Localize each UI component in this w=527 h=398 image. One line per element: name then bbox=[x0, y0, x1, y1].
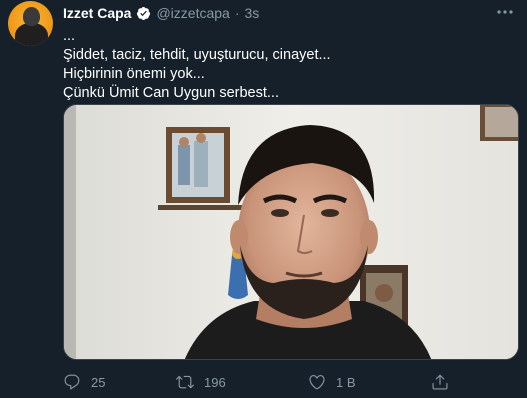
author-handle[interactable]: @izzetcapa bbox=[156, 5, 229, 21]
tweet-timestamp[interactable]: 3s bbox=[245, 5, 260, 21]
tweet[interactable]: Izzet Capa @izzetcapa · 3s ... Şiddet, t… bbox=[0, 0, 527, 398]
avatar-body-shape bbox=[15, 23, 48, 46]
retweet-count: 196 bbox=[204, 374, 226, 390]
like-button[interactable]: 1 B bbox=[308, 373, 356, 391]
share-button[interactable] bbox=[431, 373, 449, 391]
retweet-button[interactable]: 196 bbox=[176, 373, 226, 391]
tweet-text-line: Şiddet, taciz, tehdit, uyuşturucu, cinay… bbox=[63, 47, 331, 63]
tweet-text-line: ... bbox=[63, 28, 76, 44]
avatar-head-shape bbox=[23, 7, 40, 26]
tweet-actions: 25 196 1 B bbox=[63, 373, 463, 391]
like-count: 1 B bbox=[336, 374, 356, 390]
author-avatar[interactable] bbox=[8, 1, 53, 46]
tweet-text-line: Hiçbirinin önemi yok... bbox=[63, 66, 205, 82]
reply-button[interactable]: 25 bbox=[63, 373, 105, 391]
retweet-icon bbox=[176, 375, 194, 389]
photo-illustration bbox=[64, 105, 518, 359]
tweet-photo[interactable] bbox=[63, 104, 519, 360]
author-name[interactable]: Izzet Capa bbox=[63, 5, 131, 21]
more-horizontal-icon[interactable] bbox=[495, 4, 515, 20]
reply-count: 25 bbox=[91, 374, 106, 390]
tweet-header: Izzet Capa @izzetcapa · 3s bbox=[63, 5, 259, 21]
tweet-text: ... Şiddet, taciz, tehdit, uyuşturucu, c… bbox=[63, 27, 513, 103]
share-icon bbox=[432, 374, 448, 390]
header-separator: · bbox=[234, 5, 240, 21]
tweet-text-line: Çünkü Ümit Can Uygun serbest... bbox=[63, 85, 279, 101]
reply-icon bbox=[64, 374, 80, 390]
heart-icon bbox=[309, 375, 325, 390]
verified-badge-icon bbox=[137, 6, 151, 20]
